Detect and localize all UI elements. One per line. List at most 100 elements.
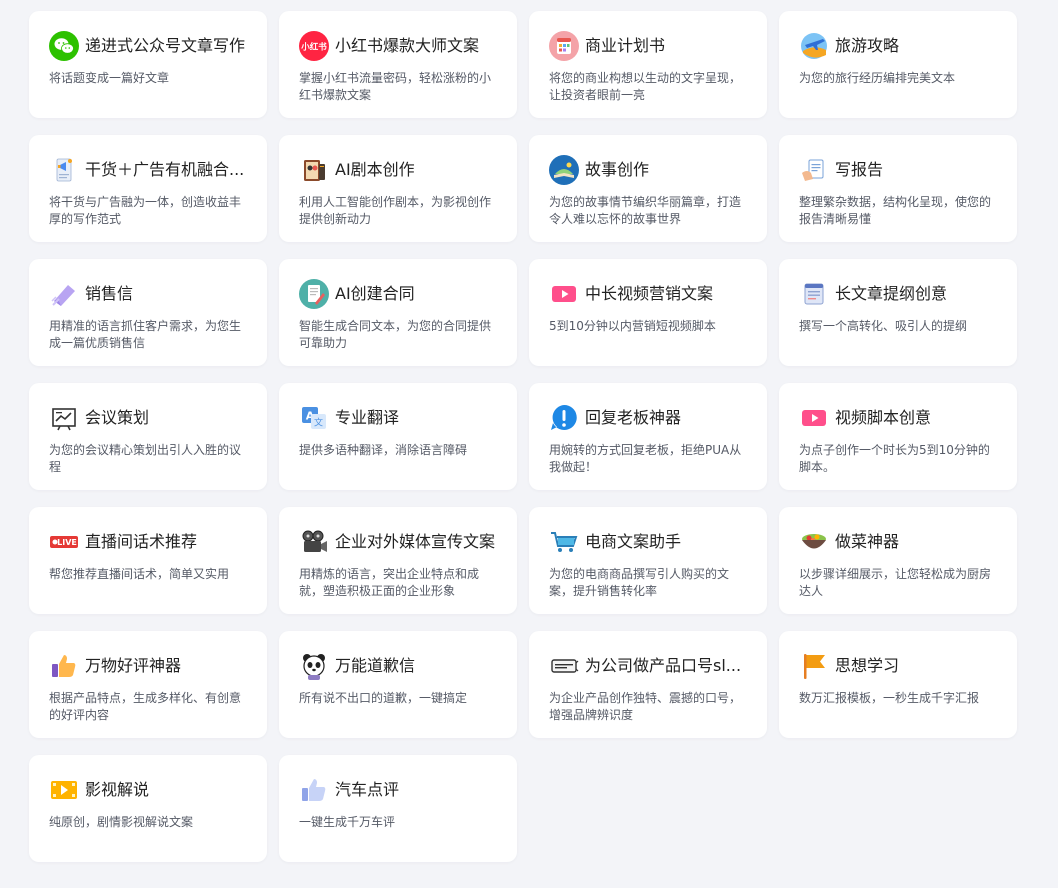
assistant-card[interactable]: 长文章提纲创意撰写一个高转化、吸引人的提纲 [779, 259, 1017, 366]
card-description: 为您的电商商品撰写引人购买的文案，提升销售转化率 [549, 567, 730, 598]
card-title: 商业计划书 [585, 36, 666, 55]
assistant-card[interactable]: 会议策划为您的会议精心策划出引人入胜的议程 [29, 383, 267, 490]
card-description: 智能生成合同文本，为您的合同提供可靠助力 [299, 319, 492, 350]
video-play-icon [799, 403, 829, 433]
wechat-icon [49, 31, 79, 61]
assistant-card[interactable]: 企业对外媒体宣传文案 用精炼的语言，突出企业特点和成就，塑造积极正面的企业形象 [279, 507, 517, 614]
film-camera-icon [299, 527, 329, 557]
card-header: LIVE 直播间话术推荐 [49, 527, 247, 557]
card-title: 做菜神器 [835, 532, 900, 551]
assistant-card[interactable]: 做菜神器以步骤详细展示，让您轻松成为厨房达人 [779, 507, 1017, 614]
assistant-card[interactable]: 电商文案助手为您的电商商品撰写引人购买的文案，提升销售转化率 [529, 507, 767, 614]
assistant-card[interactable]: 故事创作 为您的故事情节编织华丽篇章，打造令人难以忘怀的故事世界 [529, 135, 767, 242]
flag-icon [799, 651, 829, 681]
card-description: 掌握小红书流量密码，轻松涨粉的小红书爆款文案 [299, 71, 492, 102]
card-title: 企业对外媒体宣传文案 [335, 532, 496, 551]
card-header: 干货＋广告有机融合... [49, 155, 247, 185]
card-title: AI剧本创作 [335, 160, 415, 179]
assistant-card[interactable]: AI创建合同智能生成合同文本，为您的合同提供可靠助力 [279, 259, 517, 366]
storybook-icon [549, 155, 579, 185]
airplane-icon [799, 31, 829, 61]
assistant-card-grid: 递进式公众号文章写作 将话题变成一篇好文章 小红书 小红书爆款大师文案 掌握小红书流量密… [29, 11, 1017, 862]
assistant-card[interactable]: 回复老板神器 用婉转的方式回复老板，拒绝PUA从我做起！ [529, 383, 767, 490]
card-description: 将干货与广告融为一体，创造收益丰厚的写作范式 [49, 195, 242, 226]
card-header: AI剧本创作 [299, 155, 497, 185]
card-header: 长文章提纲创意 [799, 279, 997, 309]
card-header: 旅游攻略 [799, 31, 997, 61]
card-header: 影视解说 [49, 775, 247, 805]
assistant-card[interactable]: LIVE 直播间话术推荐帮您推荐直播间话术，简单又实用 [29, 507, 267, 614]
assistant-card[interactable]: 万物好评神器 根据产品特点，生成多样化、有创意的好评内容 [29, 631, 267, 738]
card-description: 利用人工智能创作剧本，为影视创作提供创新动力 [299, 195, 492, 226]
assistant-card[interactable]: 小红书 小红书爆款大师文案 掌握小红书流量密码，轻松涨粉的小红书爆款文案 [279, 11, 517, 118]
card-header: 万能道歉信 [299, 651, 497, 681]
assistant-card[interactable]: 写报告 整理繁杂数据，结构化呈现，使您的报告清晰易懂 [779, 135, 1017, 242]
card-title: 汽车点评 [335, 780, 400, 799]
card-header: 视频脚本创意 [799, 403, 997, 433]
card-title: 专业翻译 [335, 408, 400, 427]
card-header: 递进式公众号文章写作 [49, 31, 247, 61]
card-header: 万物好评神器 [49, 651, 247, 681]
card-title: 万能道歉信 [335, 656, 416, 675]
card-description: 纯原创，剧情影视解说文案 [49, 815, 194, 829]
card-description: 撰写一个高转化、吸引人的提纲 [799, 319, 968, 333]
meeting-board-icon [49, 403, 79, 433]
card-title: 直播间话术推荐 [85, 532, 198, 551]
card-description: 数万汇报模板，一秒生成千字汇报 [799, 691, 980, 705]
card-header: 回复老板神器 [549, 403, 747, 433]
assistant-card[interactable]: 中长视频营销文案 5到10分钟以内营销短视频脚本 [529, 259, 767, 366]
card-description: 以步骤详细展示，让您轻松成为厨房达人 [799, 567, 992, 598]
card-description: 为企业产品创作独特、震撼的口号，增强品牌辨识度 [549, 691, 742, 722]
card-title: AI创建合同 [335, 284, 415, 303]
assistant-card[interactable]: 旅游攻略为您的旅行经历编排完美文本 [779, 11, 1017, 118]
card-title: 视频脚本创意 [835, 408, 932, 427]
report-hand-icon [799, 155, 829, 185]
assistant-card[interactable]: 销售信 用精准的语言抓住客户需求，为您生成一篇优质销售信 [29, 259, 267, 366]
card-description: 为您的故事情节编织华丽篇章，打造令人难以忘怀的故事世界 [549, 195, 742, 226]
card-description: 将话题变成一篇好文章 [49, 71, 170, 85]
card-title: 电商文案助手 [585, 532, 682, 551]
assistant-card[interactable]: 递进式公众号文章写作将话题变成一篇好文章 [29, 11, 267, 118]
assistant-card[interactable]: 商业计划书将您的商业构想以生动的文字呈现，让投资者眼前一亮 [529, 11, 767, 118]
card-title: 长文章提纲创意 [835, 284, 948, 303]
card-description: 为您的旅行经历编排完美文本 [799, 71, 956, 85]
card-description: 为您的会议精心策划出引人入胜的议程 [49, 443, 242, 474]
assistant-card[interactable]: AI剧本创作利用人工智能创作剧本，为影视创作提供创新动力 [279, 135, 517, 242]
sales-letter-icon [49, 279, 79, 309]
card-description: 提供多语种翻译，消除语言障碍 [299, 443, 468, 457]
assistant-card[interactable]: 万能道歉信 所有说不出口的道歉，一键搞定 [279, 631, 517, 738]
food-bowl-icon [799, 527, 829, 557]
video-play-icon [549, 279, 579, 309]
card-title: 中长视频营销文案 [585, 284, 714, 303]
card-header: 做菜神器 [799, 527, 997, 557]
assistant-card[interactable]: 为公司做产品口号sl... 为企业产品创作独特、震撼的口号，增强品牌辨识度 [529, 631, 767, 738]
card-header: 商业计划书 [549, 31, 747, 61]
assistant-card[interactable]: 思想学习数万汇报模板，一秒生成千字汇报 [779, 631, 1017, 738]
assistant-card[interactable]: 视频脚本创意为点子创作一个时长为5到10分钟的脚本。 [779, 383, 1017, 490]
card-title: 小红书爆款大师文案 [335, 36, 480, 55]
card-title: 为公司做产品口号sl... [585, 656, 742, 675]
thumbs-up-icon [49, 651, 79, 681]
card-description: 为点子创作一个时长为5到10分钟的脚本。 [799, 443, 990, 474]
card-description: 帮您推荐直播间话术，简单又实用 [49, 567, 230, 581]
assistant-card[interactable]: 影视解说纯原创，剧情影视解说文案 [29, 755, 267, 862]
card-header: AI创建合同 [299, 279, 497, 309]
assistant-card[interactable]: A 文专业翻译提供多语种翻译，消除语言障碍 [279, 383, 517, 490]
card-description: 用婉转的方式回复老板，拒绝PUA从我做起！ [549, 443, 742, 474]
panda-icon [299, 651, 329, 681]
card-title: 思想学习 [835, 656, 900, 675]
translate-icon: A文 [299, 403, 329, 433]
card-description: 一键生成千万车评 [299, 815, 396, 829]
card-description: 将您的商业构想以生动的文字呈现，让投资者眼前一亮 [549, 71, 742, 102]
svg-text:文: 文 [314, 417, 323, 429]
slogan-banner-icon [549, 651, 579, 681]
card-header: 电商文案助手 [549, 527, 747, 557]
calendar-icon [549, 31, 579, 61]
card-title: 会议策划 [85, 408, 150, 427]
assistant-card[interactable]: 干货＋广告有机融合... 将干货与广告融为一体，创造收益丰厚的写作范式 [29, 135, 267, 242]
card-header: 汽车点评 [299, 775, 497, 805]
assistant-card[interactable]: 汽车点评一键生成千万车评 [279, 755, 517, 862]
shopping-cart-icon [549, 527, 579, 557]
card-title: 递进式公众号文章写作 [85, 36, 246, 55]
card-description: 根据产品特点，生成多样化、有创意的好评内容 [49, 691, 242, 722]
